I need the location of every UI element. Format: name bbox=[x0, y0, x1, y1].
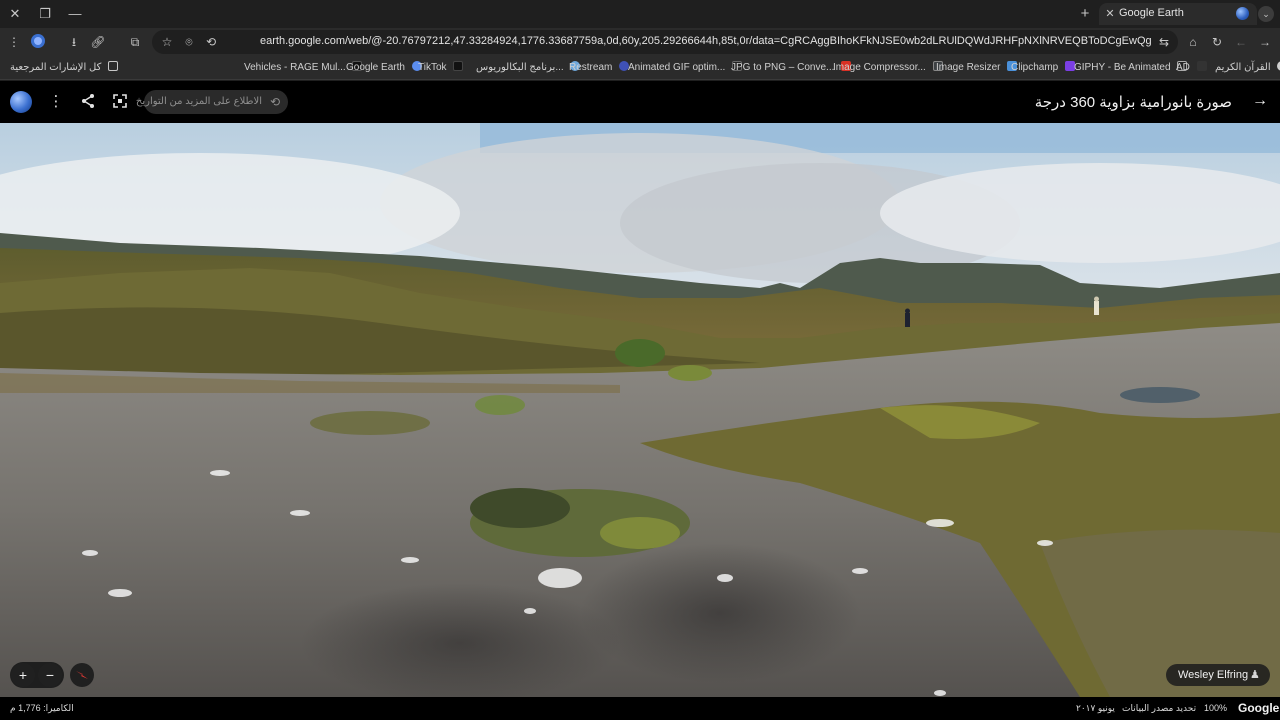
status-bar: الكاميرا: 1,776 م يونيو ٢٠١٧ تحديد مصدر … bbox=[0, 697, 1280, 720]
tab-title: Google Earth bbox=[1119, 7, 1184, 19]
bookmark-label: القرآن الكريم bbox=[1215, 62, 1271, 73]
bookmark-restream[interactable]: Restream bbox=[569, 61, 630, 73]
bookmark-vehicles[interactable]: Vehicles - RAGE Mul... bbox=[244, 61, 363, 73]
bookmark-label: JPG to PNG – Conve... bbox=[731, 62, 835, 73]
new-tab-icon[interactable]: + bbox=[1077, 5, 1093, 22]
google-logo: Google bbox=[1238, 701, 1280, 715]
bookmark-label: Restream bbox=[569, 62, 613, 73]
bookmark-star-icon[interactable]: ☆ bbox=[158, 33, 176, 51]
bookmark-all-bookmarks[interactable]: كل الإشارات المرجعية bbox=[10, 61, 119, 73]
pegman-icon: ♟ bbox=[1250, 669, 1260, 681]
earth-app-bar: ⋮ الاطلاع على المزيد من التواريخ ⟲ صورة … bbox=[0, 81, 1280, 123]
tiktok-icon bbox=[453, 61, 464, 71]
bookmark-label: Clipchamp bbox=[1011, 62, 1059, 73]
extensions-icon[interactable]: ⧉ bbox=[126, 33, 144, 51]
folder-icon bbox=[108, 61, 119, 71]
panorama-viewer[interactable] bbox=[0, 123, 1280, 697]
window-close-icon[interactable]: ✕ bbox=[6, 5, 24, 23]
bookmark-label: AD bbox=[1176, 62, 1190, 73]
page-title: صورة بانورامية بزاوية 360 درجة bbox=[1034, 94, 1232, 111]
browser-toolbar: ⋮ ⭳ 🔗︎ ⧉ ☆ ⌾ ⟲ earth.google.com/web/@-20… bbox=[0, 28, 1280, 56]
window-restore-icon[interactable]: ❐ bbox=[36, 5, 54, 23]
profile-avatar-icon[interactable] bbox=[29, 33, 47, 51]
home-icon[interactable]: ⌂ bbox=[1184, 33, 1202, 51]
bookmark-label: TikTok bbox=[418, 62, 447, 73]
bookmark-tiktok[interactable]: TikTok bbox=[418, 61, 464, 73]
url-text[interactable]: earth.google.com/web/@-20.76797212,47.33… bbox=[260, 35, 1152, 47]
explore-dates-label: الاطلاع على المزيد من التواريخ bbox=[135, 96, 262, 107]
install-app-icon[interactable]: ⟲ bbox=[202, 33, 220, 51]
bookmark-label: Image Compressor... bbox=[833, 62, 926, 73]
explore-dates-button[interactable]: الاطلاع على المزيد من التواريخ ⟲ bbox=[136, 90, 288, 114]
back-icon[interactable]: → bbox=[1256, 33, 1274, 51]
forward-icon[interactable]: ← bbox=[1232, 33, 1250, 51]
bookmark-label: كل الإشارات المرجعية bbox=[10, 62, 102, 73]
bookmark-label: برنامج البكالوريوس... bbox=[476, 62, 564, 73]
history-icon: ⟲ bbox=[269, 95, 280, 109]
browser-tab-bar: ✕ ❐ — + ✕ Google Earth ⌄ bbox=[0, 0, 1280, 28]
data-attribution-link[interactable]: تحديد مصدر البيانات bbox=[1122, 703, 1196, 714]
bookmark-label: GIPHY - Be Animated bbox=[1074, 62, 1171, 73]
zoom-out-button[interactable]: − bbox=[38, 663, 62, 687]
fullscreen-icon[interactable] bbox=[111, 93, 129, 111]
bookmark-clipchamp[interactable]: Clipchamp bbox=[1011, 61, 1076, 73]
bookmark-bachelors[interactable]: برنامج البكالوريوس... bbox=[476, 61, 581, 73]
bookmark-image-compressor[interactable]: Image Compressor... bbox=[833, 61, 943, 73]
bookmark-gif-optimizer[interactable]: Animated GIF optim... bbox=[628, 61, 743, 73]
compass-icon[interactable] bbox=[70, 663, 94, 687]
bookmark-giphy[interactable]: GIPHY - Be Animated bbox=[1074, 61, 1188, 73]
reload-icon[interactable]: ↻ bbox=[1208, 33, 1226, 51]
bookmarks-bar: كل الإشارات المرجعية Vehicles - RAGE Mul… bbox=[0, 56, 1280, 80]
bookmark-label: Animated GIF optim... bbox=[628, 62, 726, 73]
site-info-icon[interactable]: ⇆ bbox=[1155, 33, 1173, 51]
bookmark-label: Google Earth bbox=[346, 62, 405, 73]
bookmark-label: Image Resizer bbox=[936, 62, 1001, 73]
panorama-image[interactable] bbox=[0, 123, 1280, 697]
more-vert-icon[interactable]: ⋮ bbox=[47, 93, 65, 111]
bookmark-label: Vehicles - RAGE Mul... bbox=[244, 62, 346, 73]
bookmark-quran[interactable]: القرآن الكريم bbox=[1215, 61, 1280, 73]
copy-link-icon[interactable]: 🔗︎ bbox=[89, 33, 107, 51]
zoom-controls: + − bbox=[10, 662, 64, 688]
imagery-date: يونيو ٢٠١٧ bbox=[1076, 703, 1115, 713]
ad-icon bbox=[1196, 61, 1207, 71]
bookmark-google-earth[interactable]: Google Earth bbox=[346, 61, 422, 73]
earth-logo-icon[interactable] bbox=[10, 91, 32, 113]
camera-altitude: الكاميرا: 1,776 م bbox=[10, 703, 74, 713]
browser-menu-icon[interactable]: ⋮ bbox=[5, 33, 23, 51]
download-icon[interactable]: ⭳ bbox=[65, 33, 83, 51]
bookmark-image-resizer[interactable]: Image Resizer bbox=[936, 61, 1018, 73]
tab-close-icon[interactable]: ✕ bbox=[1103, 6, 1117, 22]
bookmark-ad[interactable]: AD bbox=[1176, 61, 1207, 73]
photo-attribution[interactable]: Wesley Elfring ♟ bbox=[1166, 664, 1270, 686]
zoom-level: 100% bbox=[1204, 703, 1228, 713]
window-minimize-icon[interactable]: — bbox=[66, 5, 84, 23]
address-bar[interactable]: ☆ ⌾ ⟲ earth.google.com/web/@-20.76797212… bbox=[152, 30, 1178, 54]
tab-search-icon[interactable]: ⌄ bbox=[1258, 6, 1274, 22]
active-tab[interactable]: ✕ Google Earth bbox=[1099, 3, 1257, 25]
zoom-in-button[interactable]: + bbox=[11, 663, 35, 687]
google-lens-icon[interactable]: ⌾ bbox=[180, 33, 198, 51]
google-earth-favicon-icon bbox=[1236, 7, 1249, 20]
attribution-name: Wesley Elfring bbox=[1178, 669, 1249, 681]
back-arrow-icon[interactable]: → bbox=[1252, 92, 1268, 110]
share-icon[interactable] bbox=[79, 93, 97, 111]
